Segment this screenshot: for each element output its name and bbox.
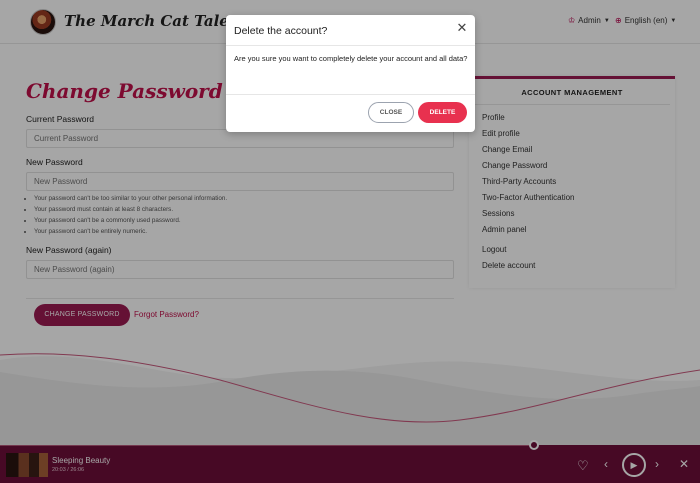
delete-account-modal: Delete the account? ✕ Are you sure you w… bbox=[226, 15, 475, 132]
modal-title: Delete the account? bbox=[234, 25, 328, 37]
modal-footer-divider bbox=[226, 94, 475, 95]
close-button[interactable]: CLOSE bbox=[368, 102, 414, 123]
close-icon[interactable]: ✕ bbox=[455, 21, 469, 35]
modal-header-divider bbox=[226, 45, 475, 46]
delete-button[interactable]: DELETE bbox=[418, 102, 467, 123]
modal-body-text: Are you sure you want to completely dele… bbox=[234, 54, 468, 63]
